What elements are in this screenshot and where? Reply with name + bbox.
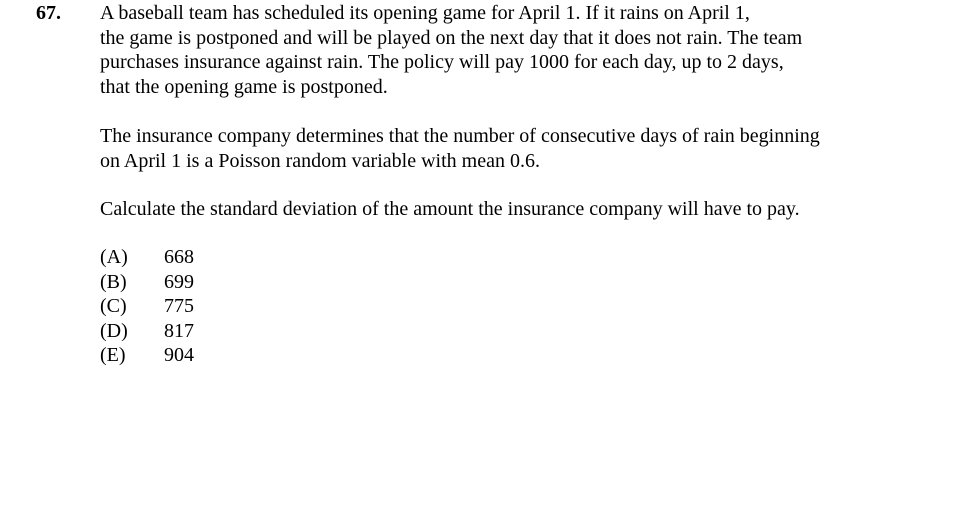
text-line: that the opening game is postponed. [100,75,388,98]
task-paragraph: Calculate the standard deviation of the … [100,197,800,222]
choice-label: (C) [100,295,127,317]
choice-value: 668 [164,246,194,268]
answer-choices: (A) 668 (B) 699 (C) 775 (D) 817 (E) 904 [100,245,194,368]
question-block: 67. A baseball team has scheduled its op… [0,0,958,515]
answer-choice-d: (D) 817 [100,319,194,344]
choice-label: (D) [100,319,128,342]
answer-choice-c: (C) 775 [100,294,194,319]
choice-value: 817 [164,319,194,342]
choice-value: 904 [164,344,194,366]
text-line: on April 1 is a Poisson random variable … [100,149,540,172]
answer-choice-e: (E) 904 [100,343,194,368]
distribution-paragraph: The insurance company determines that th… [100,124,820,173]
text-line: the game is postponed and will be played… [100,26,803,49]
choice-label: (E) [100,344,126,366]
answer-choice-b: (B) 699 [100,270,194,295]
text-line: purchases insurance against rain. The po… [100,51,784,73]
choice-value: 775 [164,295,194,317]
text-line: A baseball team has scheduled its openin… [100,2,750,24]
text-line: Calculate the standard deviation of the … [100,198,800,220]
problem-statement-paragraph: A baseball team has scheduled its openin… [100,1,802,99]
question-number: 67. [36,2,61,24]
choice-value: 699 [164,270,194,293]
choice-label: (B) [100,270,127,293]
text-line: The insurance company determines that th… [100,125,820,147]
choice-label: (A) [100,246,128,268]
answer-choice-a: (A) 668 [100,245,194,270]
